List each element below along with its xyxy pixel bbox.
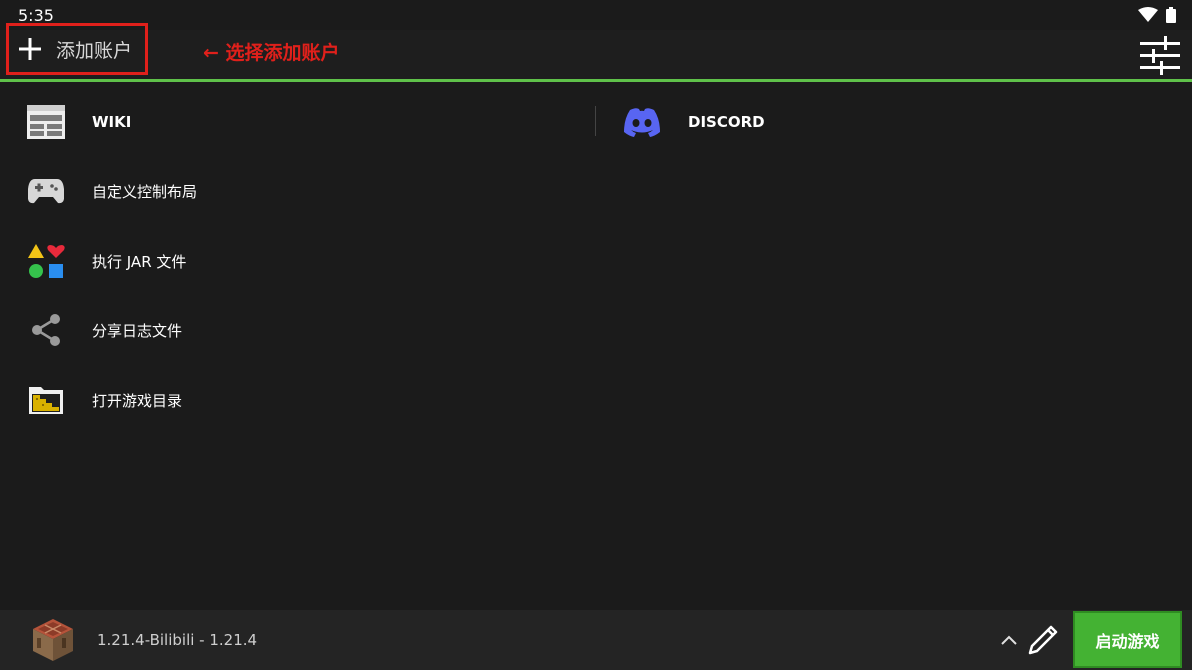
gamepad-icon [26,171,66,211]
menu-item-label: WIKI [92,113,132,131]
wifi-icon [1138,7,1158,22]
status-bar: 5:35 [0,0,1192,30]
menu-item-wiki[interactable]: WIKI [26,102,131,142]
menu-item-label: DISCORD [688,113,765,131]
menu-item-run-jar[interactable]: 执行 JAR 文件 [26,241,186,281]
crafting-table-icon [33,619,73,661]
menu-item-open-game-dir[interactable]: 打开游戏目录 [26,380,182,420]
top-bar-divider [0,79,1192,82]
status-icons [1138,7,1176,23]
launcher-screen: 5:35 添加账户 ← 选择添加账户 WIKI DISCORD 自定义控制布局 … [0,0,1192,670]
plus-icon [19,38,41,60]
shapes-icon [26,241,66,281]
menu-divider [595,106,596,136]
chevron-up-icon[interactable] [999,630,1019,650]
battery-icon [1166,7,1176,23]
launch-game-button[interactable]: 启动游戏 [1073,611,1182,668]
top-bar [0,30,1192,79]
menu-item-custom-controls[interactable]: 自定义控制布局 [26,171,197,211]
menu-item-label: 自定义控制布局 [92,182,198,201]
menu-item-share-logs[interactable]: 分享日志文件 [26,310,182,350]
menu-item-label: 打开游戏目录 [92,391,183,410]
menu-item-label: 分享日志文件 [92,321,183,340]
sliders-icon[interactable] [1140,36,1180,76]
folder-icon [26,380,66,420]
share-icon [26,310,66,350]
discord-icon [622,102,662,142]
version-label: 1.21.4-Bilibili - 1.21.4 [97,631,258,649]
wiki-icon [26,102,66,142]
menu-item-discord[interactable]: DISCORD [622,102,765,142]
menu-item-label: 执行 JAR 文件 [92,252,187,271]
add-account-button[interactable]: 添加账户 [6,23,148,75]
annotation-text: ← 选择添加账户 [203,42,340,64]
pencil-icon[interactable] [1025,622,1061,658]
add-account-label: 添加账户 [56,39,133,62]
